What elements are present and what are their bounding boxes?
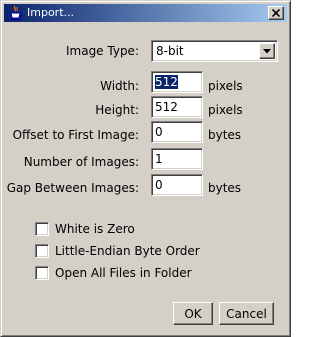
- width-input[interactable]: 512: [151, 71, 203, 93]
- image-type-label: Image Type:: [65, 44, 139, 58]
- white-is-zero-label: White is Zero: [55, 222, 135, 236]
- height-unit: pixels: [208, 103, 243, 117]
- open-all-files-checkbox[interactable]: [35, 266, 49, 280]
- import-dialog: Import... Image Type: 8-bit Width: 512 p…: [0, 0, 291, 337]
- cancel-button[interactable]: Cancel: [219, 302, 274, 325]
- white-is-zero-checkbox[interactable]: [35, 222, 49, 236]
- ok-button[interactable]: OK: [173, 302, 213, 325]
- little-endian-checkbox[interactable]: [35, 244, 49, 258]
- num-images-label: Number of Images:: [23, 155, 139, 169]
- num-images-input[interactable]: 1: [151, 148, 203, 170]
- image-type-value: 8-bit: [156, 44, 184, 58]
- gap-input[interactable]: 0: [151, 174, 203, 196]
- window-title: Import...: [27, 6, 74, 19]
- offset-unit: bytes: [208, 128, 242, 142]
- width-value: 512: [155, 75, 178, 89]
- close-icon: [272, 9, 280, 17]
- little-endian-label: Little-Endian Byte Order: [55, 244, 200, 258]
- width-label: Width:: [100, 79, 139, 93]
- chevron-down-icon: [263, 49, 271, 54]
- offset-label: Offset to First Image:: [12, 128, 139, 142]
- width-unit: pixels: [208, 79, 243, 93]
- gap-unit: bytes: [208, 181, 242, 195]
- open-all-files-label: Open All Files in Folder: [55, 266, 192, 280]
- height-input[interactable]: 512: [151, 96, 203, 118]
- offset-input[interactable]: 0: [151, 121, 203, 143]
- close-button[interactable]: [268, 6, 284, 20]
- image-type-select[interactable]: 8-bit: [151, 40, 278, 62]
- title-bar[interactable]: Import...: [4, 4, 287, 22]
- java-cup-icon: [8, 5, 24, 21]
- gap-label: Gap Between Images:: [6, 181, 139, 195]
- image-type-dropdown-button[interactable]: [259, 43, 275, 59]
- height-label: Height:: [95, 103, 139, 117]
